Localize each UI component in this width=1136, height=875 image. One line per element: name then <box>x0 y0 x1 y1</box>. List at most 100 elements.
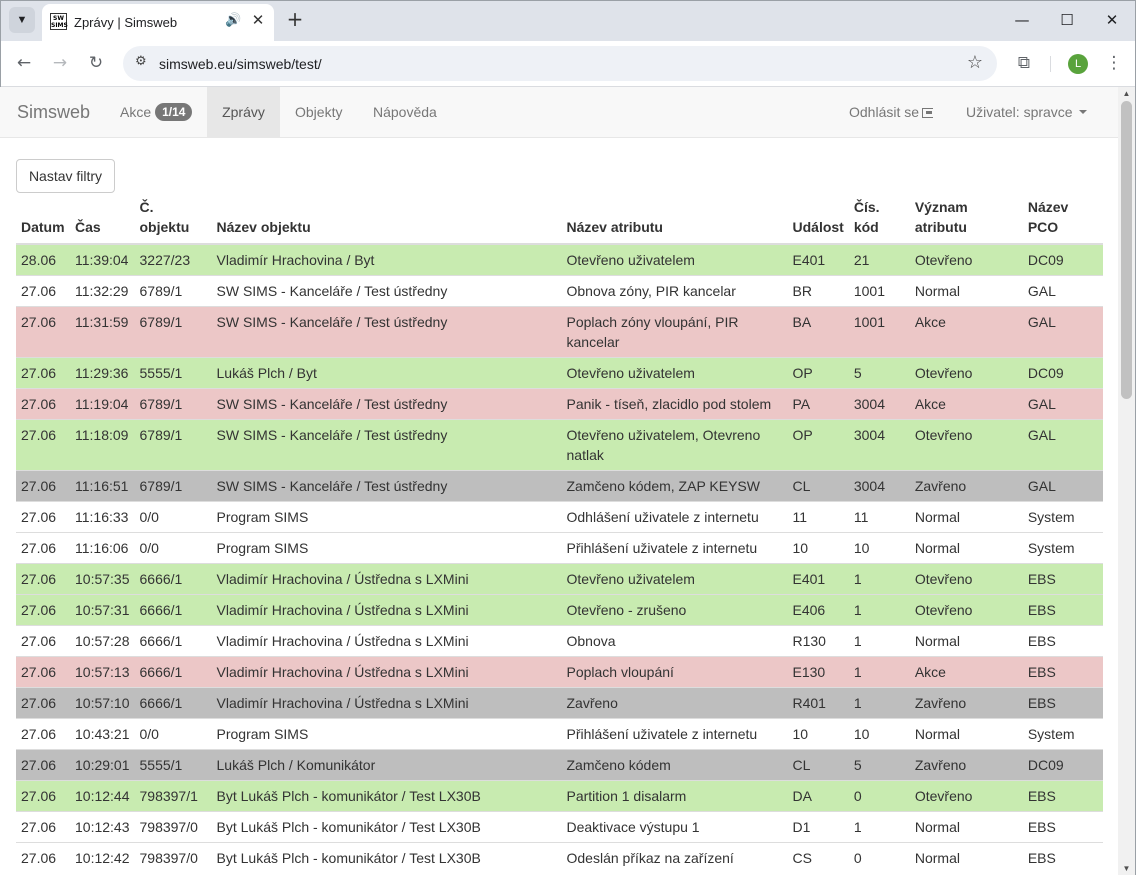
logout-link[interactable]: Odhlásit se <box>849 87 934 137</box>
table-row[interactable]: 27.06 10:12:42 798397/0 Byt Lukáš Plch - ko… <box>16 842 1103 873</box>
forward-icon[interactable]: → <box>50 53 70 73</box>
table-row[interactable]: 27.06 10:57:10 6666/1 Vladimír Hrachovina /… <box>16 687 1103 719</box>
browser-tab[interactable]: SW SIMS Zprávy | Simsweb 🔊 ✕ <box>42 4 274 41</box>
app-navbar: Simsweb Akce 1/14 Zprávy Objekty Nápověda… <box>0 87 1118 138</box>
cell-code: 1 <box>848 594 910 626</box>
cell-object-name: Vladimír Hrachovina / Byt <box>211 243 562 276</box>
cell-time: 11:19:04 <box>70 388 135 420</box>
cell-date: 27.06 <box>16 749 70 781</box>
extensions-icon[interactable]: ⧉ <box>1014 53 1034 73</box>
browser-menu-icon[interactable]: ⋮ <box>1104 53 1124 73</box>
table-row[interactable]: 27.06 10:12:44 798397/1 Byt Lukáš Plch - ko… <box>16 780 1103 812</box>
cell-object-number: 798397/0 <box>134 842 212 873</box>
address-bar[interactable]: ⚙ simsweb.eu/simsweb/test/ ☆ <box>123 46 997 81</box>
table-row[interactable]: 27.06 10:29:01 5555/1 Lukáš Plch / Komuniká… <box>16 749 1103 781</box>
col-header-code[interactable]: Čís. kód <box>848 197 910 245</box>
table-row[interactable]: 27.06 11:19:04 6789/1 SW SIMS - Kanceláře /… <box>16 388 1103 420</box>
page-scrollbar[interactable]: ▲ ▼ <box>1118 87 1135 875</box>
col-header-pco[interactable]: Název PCO <box>1022 197 1103 245</box>
nav-item-objekty[interactable]: Objekty <box>295 87 342 137</box>
nav-item-label: Objekty <box>295 104 343 120</box>
table-row[interactable]: 27.06 11:31:59 6789/1 SW SIMS - Kanceláře /… <box>16 306 1103 358</box>
cell-time: 10:57:28 <box>70 625 135 657</box>
cell-attribute-name: Zavřeno <box>561 687 788 719</box>
user-dropdown[interactable]: Uživatel: spravce <box>966 87 1087 137</box>
window-close-icon[interactable]: ✕ <box>1102 11 1122 29</box>
cell-object-name: Lukáš Plch / Komunikátor <box>211 749 562 781</box>
cell-date: 27.06 <box>16 501 70 533</box>
table-row[interactable]: 27.06 11:16:06 0/0 Program SIMS Přihlášení u… <box>16 532 1103 564</box>
col-header-date[interactable]: Datum <box>16 197 70 245</box>
col-header-object-number[interactable]: Č. objektu <box>134 197 212 245</box>
new-tab-icon[interactable]: + <box>285 7 305 31</box>
cell-code: 10 <box>848 718 910 750</box>
cell-event: PA <box>787 388 849 420</box>
col-header-object-name[interactable]: Název objektu <box>211 197 562 245</box>
table-row[interactable]: 27.06 10:57:35 6666/1 Vladimír Hrachovina /… <box>16 563 1103 595</box>
table-row[interactable]: 27.06 11:29:36 5555/1 Lukáš Plch / Byt Otevř… <box>16 357 1103 389</box>
cell-date: 27.06 <box>16 357 70 389</box>
nav-item-akce[interactable]: Akce 1/14 <box>105 87 207 137</box>
table-row[interactable]: 27.06 10:57:28 6666/1 Vladimír Hrachovina /… <box>16 625 1103 657</box>
col-header-event[interactable]: Událost <box>787 197 849 245</box>
cell-object-number: 6789/1 <box>134 419 212 471</box>
table-row[interactable]: 27.06 10:57:13 6666/1 Vladimír Hrachovina /… <box>16 656 1103 688</box>
col-header-time[interactable]: Čas <box>70 197 135 245</box>
nav-item-napoveda[interactable]: Nápověda <box>373 87 437 137</box>
table-row[interactable]: 27.06 11:16:51 6789/1 SW SIMS - Kanceláře /… <box>16 470 1103 502</box>
scroll-up-icon[interactable]: ▲ <box>1118 89 1135 98</box>
set-filters-button[interactable]: Nastav filtry <box>16 159 115 193</box>
url-text[interactable]: simsweb.eu/simsweb/test/ <box>159 56 322 72</box>
cell-object-name: Byt Lukáš Plch - komunikátor / Test LX30… <box>211 811 562 843</box>
cell-time: 11:32:29 <box>70 275 135 307</box>
cell-object-number: 6666/1 <box>134 656 212 688</box>
app-brand[interactable]: Simsweb <box>17 102 90 123</box>
minimize-icon[interactable]: — <box>1012 11 1032 29</box>
cell-event: 11 <box>787 501 849 533</box>
table-row[interactable]: 27.06 10:12:43 798397/0 Byt Lukáš Plch - ko… <box>16 811 1103 843</box>
table-row[interactable]: 27.06 11:18:09 6789/1 SW SIMS - Kanceláře /… <box>16 419 1103 471</box>
cell-event: OP <box>787 419 849 471</box>
cell-object-number: 6789/1 <box>134 388 212 420</box>
col-header-attribute-meaning[interactable]: Význam atributu <box>909 197 1023 245</box>
profile-avatar[interactable]: L <box>1068 54 1088 74</box>
scroll-down-icon[interactable]: ▼ <box>1118 864 1135 873</box>
nav-item-zpravy[interactable]: Zprávy <box>207 87 280 137</box>
user-label: Uživatel: spravce <box>966 104 1073 120</box>
tab-close-icon[interactable]: ✕ <box>248 11 268 29</box>
cell-pco: GAL <box>1022 275 1103 307</box>
cell-event: E401 <box>787 243 849 276</box>
cell-date: 27.06 <box>16 656 70 688</box>
cell-pco: DC09 <box>1022 357 1103 389</box>
bookmark-star-icon[interactable]: ☆ <box>967 52 983 73</box>
table-row[interactable]: 27.06 10:43:21 0/0 Program SIMS Přihlášení u… <box>16 718 1103 750</box>
col-header-attribute-name[interactable]: Název atributu <box>561 197 788 245</box>
scrollbar-thumb[interactable] <box>1121 101 1132 399</box>
maximize-icon[interactable]: ☐ <box>1057 11 1077 29</box>
cell-attribute-name: Poplach vloupání <box>561 656 788 688</box>
cell-code: 1 <box>848 811 910 843</box>
table-row[interactable]: 27.06 11:32:29 6789/1 SW SIMS - Kanceláře /… <box>16 275 1103 307</box>
cell-attribute-meaning: Zavřeno <box>909 687 1023 719</box>
site-info-icon[interactable]: ⚙ <box>135 54 147 69</box>
cell-object-number: 3227/23 <box>134 243 212 276</box>
table-row[interactable]: 27.06 11:16:33 0/0 Program SIMS Odhlášení už… <box>16 501 1103 533</box>
cell-time: 10:57:35 <box>70 563 135 595</box>
cell-attribute-meaning: Normal <box>909 532 1023 564</box>
cell-time: 10:43:21 <box>70 718 135 750</box>
tab-search-button[interactable]: ▼ <box>9 7 35 33</box>
back-icon[interactable]: ← <box>14 53 34 73</box>
cell-attribute-meaning: Otevřeno <box>909 563 1023 595</box>
cell-object-number: 6666/1 <box>134 687 212 719</box>
reload-icon[interactable]: ↻ <box>86 53 106 73</box>
cell-time: 10:12:43 <box>70 811 135 843</box>
cell-attribute-name: Otevřeno uživatelem <box>561 243 788 276</box>
cell-object-name: Vladimír Hrachovina / Ústředna s LXMini <box>211 594 562 626</box>
cell-attribute-name: Přihlášení uživatele z internetu <box>561 718 788 750</box>
cell-pco: DC09 <box>1022 243 1103 276</box>
cell-code: 1 <box>848 563 910 595</box>
table-row[interactable]: 27.06 10:57:31 6666/1 Vladimír Hrachovina /… <box>16 594 1103 626</box>
table-row[interactable]: 28.06 11:39:04 3227/23 Vladimír Hrachovina … <box>16 243 1103 276</box>
speaker-icon[interactable]: 🔊 <box>225 13 241 28</box>
cell-time: 11:39:04 <box>70 243 135 276</box>
